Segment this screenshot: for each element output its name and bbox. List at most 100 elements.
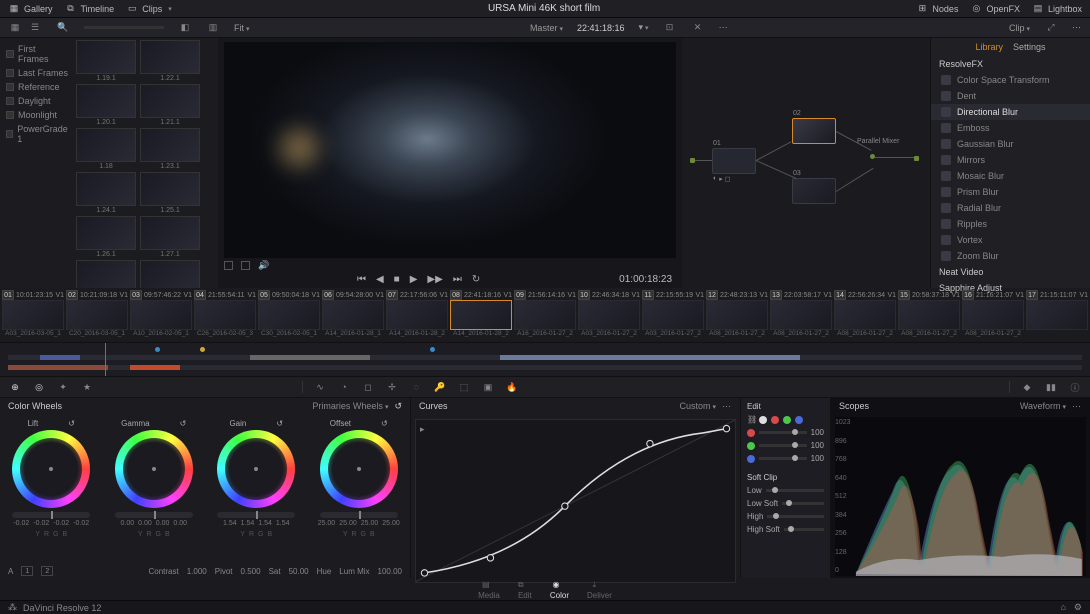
prev-frame-button[interactable]: ◀ bbox=[376, 274, 384, 285]
filmstrip-clip[interactable]: 1122:15:55:19V1A03_2016-01-27_2 bbox=[642, 290, 704, 340]
audio-icon[interactable]: 🔊 bbox=[258, 260, 269, 271]
master-slider[interactable] bbox=[12, 512, 90, 518]
node-02[interactable]: 02 bbox=[792, 118, 836, 144]
first-frame-button[interactable]: ⏮ bbox=[357, 274, 366, 285]
fx-tab-settings[interactable]: Settings bbox=[1013, 42, 1046, 52]
deliver-page-tab[interactable]: ⤓Deliver bbox=[587, 580, 612, 600]
filmstrip-clip[interactable]: 0110:01:23:15V1A03_2016-03-05_1 bbox=[2, 290, 64, 340]
more-icon[interactable]: ⋯ bbox=[719, 22, 729, 33]
window-icon[interactable]: ◻ bbox=[361, 380, 375, 394]
scopes-mode-dropdown[interactable]: Waveform bbox=[1020, 401, 1066, 412]
blur-icon[interactable]: ◌ bbox=[409, 380, 423, 394]
fx-item[interactable]: Dent bbox=[931, 88, 1090, 104]
node-03[interactable]: 03 bbox=[792, 178, 836, 204]
page-1-button[interactable]: 1 bbox=[21, 566, 33, 576]
qualifier-icon[interactable]: ◔ bbox=[337, 380, 351, 394]
expand-icon[interactable]: ⤢ bbox=[1044, 21, 1058, 35]
fx-item[interactable]: Radial Blur bbox=[931, 200, 1090, 216]
split-icon[interactable]: ▥ bbox=[206, 21, 220, 35]
lightbox-toggle[interactable]: ▤ Lightbox bbox=[1032, 3, 1082, 15]
info-icon[interactable]: ⓘ bbox=[1068, 380, 1082, 394]
fx-item[interactable]: Ripples bbox=[931, 216, 1090, 232]
node-01[interactable]: 01 ◐▸◻ bbox=[712, 148, 756, 174]
fx-tab-library[interactable]: Library bbox=[975, 42, 1003, 52]
filmstrip-clip[interactable]: 1721:15:11:07V1 bbox=[1026, 290, 1088, 340]
reset-wheel-icon[interactable]: ↺ bbox=[276, 419, 283, 428]
filmstrip-clip[interactable]: 0722:17:56:06V1A14_2016-01-28_2 bbox=[386, 290, 448, 340]
link-icon[interactable]: ⛓ bbox=[747, 415, 755, 424]
filmstrip-clip[interactable]: 1222:48:23:13V1A08_2016-01-27_2 bbox=[706, 290, 768, 340]
filmstrip-clip[interactable]: 1422:56:26:34V1A08_2016-01-27_2 bbox=[834, 290, 896, 340]
filmstrip-clip[interactable]: 0921:56:14:16V1A16_2016-01-27_2 bbox=[514, 290, 576, 340]
gallery-still[interactable]: 1.28.1 bbox=[76, 260, 136, 288]
filmstrip-clip[interactable]: 1621:16:21:07V1A08_2016-01-27_2 bbox=[962, 290, 1024, 340]
lowsoft-slider[interactable] bbox=[782, 502, 824, 505]
key-icon[interactable]: 🔑 bbox=[433, 380, 447, 394]
fx-item[interactable]: Emboss bbox=[931, 120, 1090, 136]
fx-item[interactable]: Directional Blur bbox=[931, 104, 1090, 120]
home--icon[interactable]: ⌂ bbox=[1060, 602, 1065, 613]
playhead[interactable] bbox=[105, 343, 106, 376]
filmstrip-clip[interactable]: 1322:03:58:17V1A08_2016-01-27_2 bbox=[770, 290, 832, 340]
reset-wheel-icon[interactable]: ↺ bbox=[180, 419, 187, 428]
mini-timeline[interactable] bbox=[0, 342, 1090, 376]
play-button[interactable]: ▶ bbox=[410, 274, 418, 285]
sizing-icon[interactable]: ⬚ bbox=[457, 380, 471, 394]
gallery-still[interactable]: 1.19.1 bbox=[76, 40, 136, 82]
scope-pick-icon[interactable]: ▮▮ bbox=[1044, 380, 1058, 394]
nodes-toggle[interactable]: ⊞ Nodes bbox=[916, 3, 958, 15]
stop-button[interactable]: ■ bbox=[394, 274, 400, 285]
loop-button[interactable]: ↻ bbox=[472, 274, 480, 285]
wipe-icon[interactable]: ◧ bbox=[178, 21, 192, 35]
fit-dropdown[interactable]: Fit bbox=[234, 23, 250, 33]
color-page-tab[interactable]: ◉Color bbox=[550, 580, 569, 600]
media-page-tab[interactable]: ▤Media bbox=[478, 580, 500, 600]
wheels-mode-dropdown[interactable]: Primaries Wheels bbox=[312, 401, 388, 412]
filmstrip-clip[interactable]: 0210:21:09:18V1C20_2016-03-05_1 bbox=[66, 290, 128, 340]
gallery-album[interactable]: Last Frames bbox=[0, 66, 74, 80]
gallery-still[interactable]: 1.29.1 bbox=[140, 260, 200, 288]
high-slider[interactable] bbox=[767, 515, 824, 518]
filmstrip-clip[interactable]: 0421:55:54:11V1C26_2016-02-05_3 bbox=[194, 290, 256, 340]
flag-marker[interactable] bbox=[430, 347, 435, 352]
tracker-icon[interactable]: ✢ bbox=[385, 380, 399, 394]
curves-more-icon[interactable]: ⋯ bbox=[722, 401, 732, 412]
viewer-image[interactable] bbox=[224, 42, 676, 258]
fx-item[interactable]: Zoom Blur bbox=[931, 248, 1090, 264]
fx-item[interactable]: Color Space Transform bbox=[931, 72, 1090, 88]
curves-tool-icon[interactable]: ∿ bbox=[313, 380, 327, 394]
gallery-still[interactable]: 1.25.1 bbox=[140, 172, 200, 214]
curves-picker-icon[interactable]: ▸ bbox=[420, 424, 425, 435]
master-slider[interactable] bbox=[217, 512, 295, 518]
red-slider[interactable] bbox=[759, 431, 807, 434]
highlight-icon[interactable]: ⊡ bbox=[663, 21, 677, 35]
gallery-still[interactable]: 1.18 bbox=[76, 128, 136, 170]
wheel-control[interactable] bbox=[12, 430, 90, 508]
list-view-icon[interactable]: ☰ bbox=[28, 21, 42, 35]
timeline-toggle[interactable]: ⧉ Timeline bbox=[65, 3, 115, 15]
green-slider[interactable] bbox=[759, 444, 807, 447]
page-2-button[interactable]: 2 bbox=[41, 566, 53, 576]
filmstrip-clip[interactable]: 0822:41:18:16V1A14_2016-01-28_2 bbox=[450, 290, 512, 340]
filmstrip-clip[interactable]: 0309:57:46:22V1A10_2016-02-05_1 bbox=[130, 290, 192, 340]
reset-icon[interactable]: ↺ bbox=[394, 401, 402, 412]
fx-item[interactable]: Vortex bbox=[931, 232, 1090, 248]
wheel-control[interactable] bbox=[115, 430, 193, 508]
clips-toggle[interactable]: ▭ Clips bbox=[126, 3, 172, 15]
reset-wheel-icon[interactable]: ↺ bbox=[68, 419, 75, 428]
reticle-icon[interactable]: ⊕ bbox=[8, 380, 22, 394]
blue-slider[interactable] bbox=[759, 457, 807, 460]
next-frame-button[interactable]: ▶▶ bbox=[427, 274, 442, 285]
data-burn-icon[interactable]: 🔥 bbox=[505, 380, 519, 394]
openfx-toggle[interactable]: ◎ OpenFX bbox=[970, 3, 1020, 15]
curves-mode-dropdown[interactable]: Custom bbox=[679, 401, 716, 412]
low-slider[interactable] bbox=[766, 489, 824, 492]
wheel-control[interactable] bbox=[217, 430, 295, 508]
gallery-still[interactable]: 1.27.1 bbox=[140, 216, 200, 258]
wheel-control[interactable] bbox=[320, 430, 398, 508]
fx-item[interactable]: Prism Blur bbox=[931, 184, 1090, 200]
star-icon[interactable]: ★ bbox=[80, 380, 94, 394]
last-frame-button[interactable]: ⏭ bbox=[453, 274, 462, 285]
wand-icon[interactable]: ✦ bbox=[56, 380, 70, 394]
search-icon[interactable]: 🔍 bbox=[56, 21, 70, 35]
